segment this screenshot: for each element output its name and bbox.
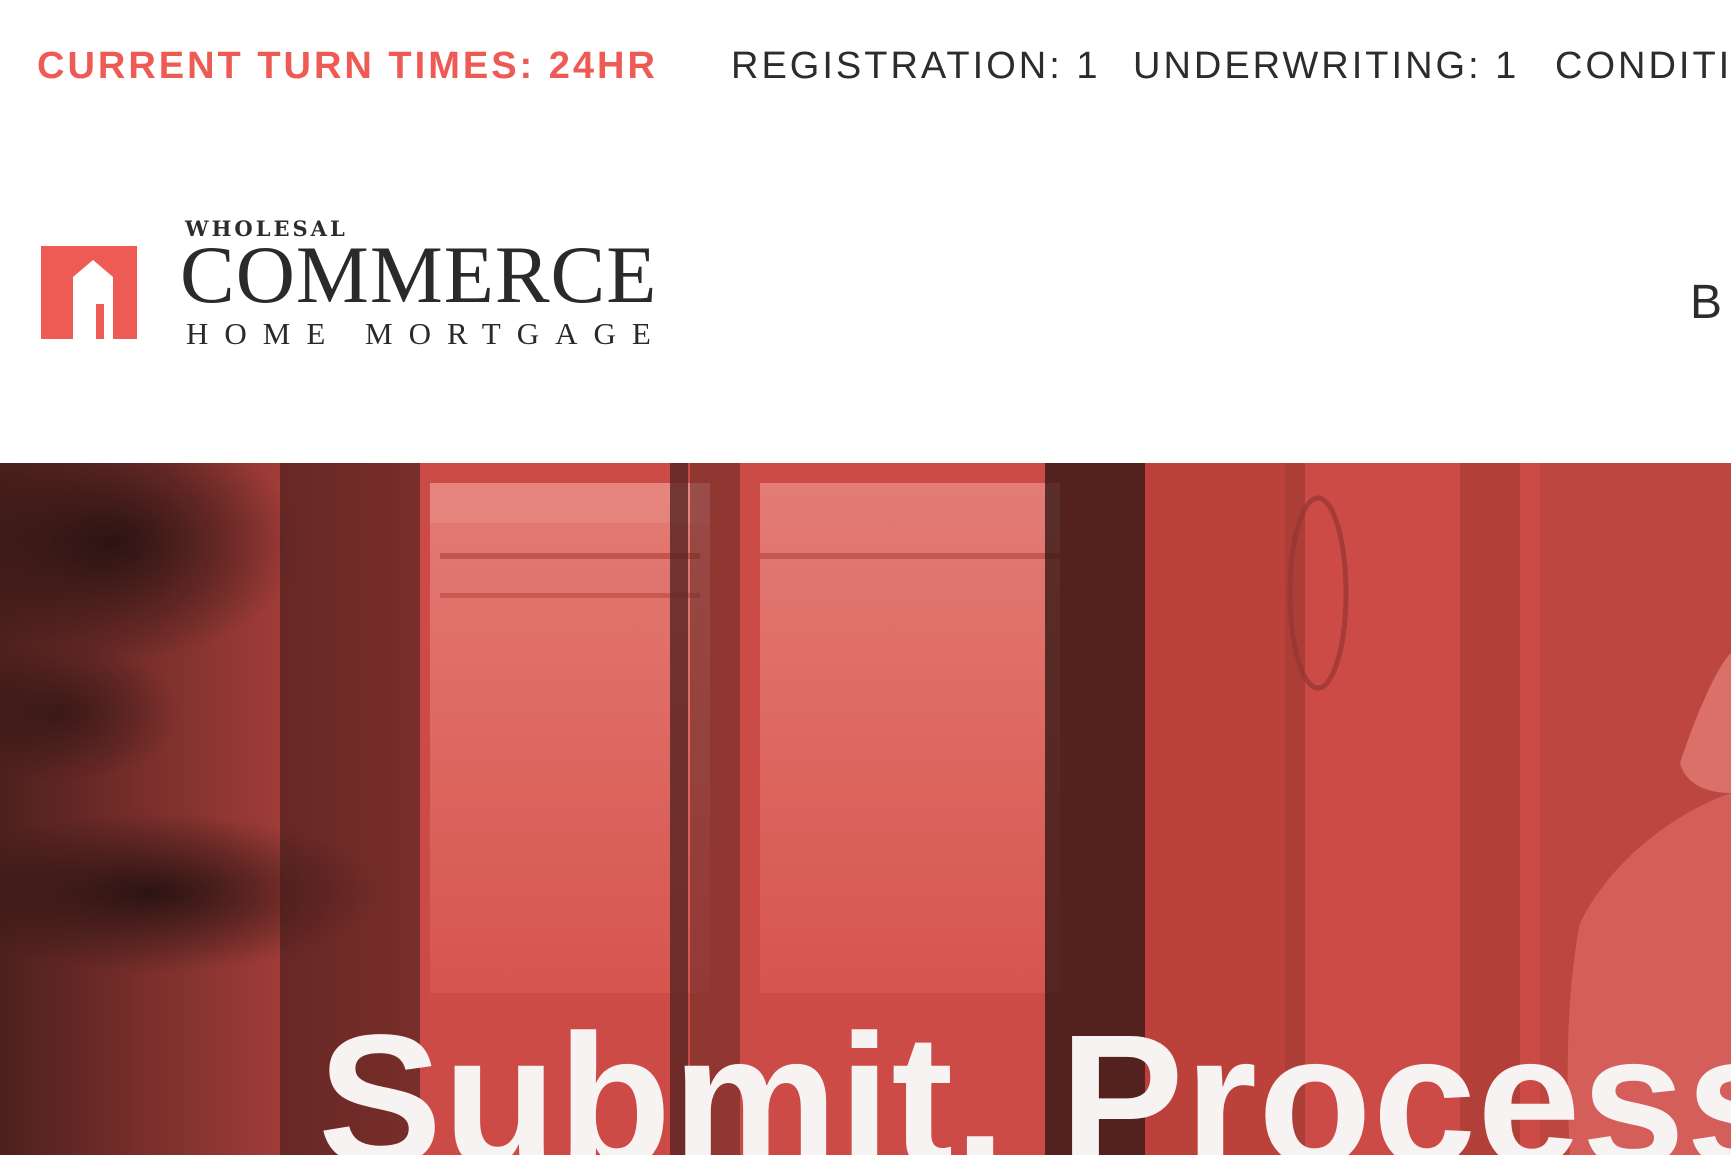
- turn-time-registration: REGISTRATION: 1: [731, 45, 1101, 87]
- hero-heading: Submit. Process.: [318, 997, 1731, 1155]
- nav-item-partial[interactable]: B: [1690, 275, 1724, 330]
- turn-time-underwriting: UNDERWRITING: 1: [1133, 45, 1520, 87]
- turn-times-label: CURRENT TURN TIMES: 24HR: [37, 45, 658, 87]
- logo-sub-text: HOME MORTGAGE: [186, 316, 667, 351]
- hero-banner: Submit. Process.: [0, 463, 1731, 1155]
- site-header: WHOLESAL COMMERCE HOME MORTGAGE B: [0, 132, 1731, 463]
- house-logo-icon: [41, 246, 137, 339]
- turn-time-conditions: CONDITIO: [1555, 45, 1731, 87]
- turn-times-bar: CURRENT TURN TIMES: 24HR REGISTRATION: 1…: [0, 0, 1731, 132]
- logo-main-text: COMMERCE: [180, 229, 658, 320]
- site-logo[interactable]: WHOLESAL COMMERCE HOME MORTGAGE: [41, 216, 681, 356]
